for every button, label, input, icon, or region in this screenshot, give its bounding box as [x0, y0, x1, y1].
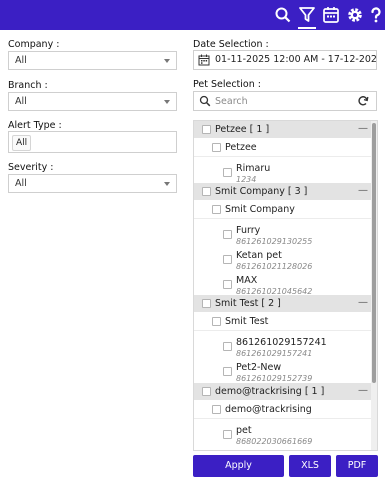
search-icon: [199, 95, 211, 107]
company-label: Company :: [8, 39, 60, 50]
tree-pet-item[interactable]: Pet2-New 861261029152739: [194, 362, 373, 384]
tree-group-smit-test[interactable]: Smit Test [ 2 ] —: [194, 295, 373, 312]
company-label: Smit Test: [225, 316, 269, 327]
severity-label: Severity :: [8, 162, 54, 173]
pet-checkbox[interactable]: [223, 255, 232, 264]
company-checkbox[interactable]: [212, 205, 221, 214]
company-checkbox[interactable]: [212, 317, 221, 326]
tree-pet-item[interactable]: Rimaru 1234: [194, 163, 373, 185]
tree-group-demo-trackrising[interactable]: demo@trackrising [ 1 ] —: [194, 383, 373, 400]
branch-label: Branch :: [8, 80, 48, 91]
group-label: demo@trackrising [ 1 ]: [215, 386, 325, 397]
pet-id: 861261021128026: [236, 262, 313, 271]
pet-checkbox[interactable]: [223, 230, 232, 239]
tree-scrollbar[interactable]: [371, 121, 377, 450]
pet-id: 861261029152739: [236, 374, 313, 383]
branch-select-value: All: [15, 96, 27, 107]
tree-group-smit-company[interactable]: Smit Company [ 3 ] —: [194, 183, 373, 200]
company-select[interactable]: All: [8, 51, 177, 70]
tree-company-demo-trackrising[interactable]: demo@trackrising: [194, 401, 373, 419]
collapse-icon[interactable]: —: [358, 385, 368, 396]
collapse-icon[interactable]: —: [358, 185, 368, 196]
group-checkbox[interactable]: [202, 187, 211, 196]
group-checkbox[interactable]: [202, 387, 211, 396]
tree-pet-item[interactable]: 861261029157241 861261029157241: [194, 337, 373, 359]
pet-search-input[interactable]: Search: [193, 91, 377, 111]
severity-select-value: All: [15, 178, 27, 189]
date-range-input[interactable]: 01-11-2025 12:00 AM - 17-12-2025 05:59 P…: [193, 50, 377, 70]
pet-name: Rimaru: [236, 163, 271, 174]
pet-checkbox[interactable]: [223, 430, 232, 439]
tree-group-petzee[interactable]: Petzee [ 1 ] —: [194, 121, 373, 138]
chevron-down-icon: [164, 100, 170, 104]
calendar-icon: [198, 54, 210, 66]
alert-type-multiselect[interactable]: All: [8, 131, 177, 153]
tree-pet-item[interactable]: Furry 861261029130255: [194, 225, 373, 247]
pdf-button[interactable]: PDF: [336, 455, 378, 477]
top-toolbar: [0, 0, 385, 30]
tree-company-smit-test[interactable]: Smit Test: [194, 313, 373, 331]
tree-pet-item[interactable]: pet 868022030661669: [194, 425, 373, 447]
pet-checkbox[interactable]: [223, 280, 232, 289]
tree-company-smit-company[interactable]: Smit Company: [194, 201, 373, 219]
company-checkbox[interactable]: [212, 143, 221, 152]
severity-select[interactable]: All: [8, 174, 177, 193]
group-label: Smit Test [ 2 ]: [215, 298, 281, 309]
tree-company-petzee[interactable]: Petzee: [194, 139, 373, 157]
collapse-icon[interactable]: —: [358, 297, 368, 308]
pet-name: Ketan pet: [236, 250, 282, 261]
company-label: Smit Company: [225, 204, 295, 215]
chevron-down-icon: [164, 59, 170, 63]
pet-id: 861261029130255: [236, 237, 313, 246]
alert-type-label: Alert Type :: [8, 120, 62, 131]
company-label: demo@trackrising: [225, 404, 312, 415]
pet-name: Furry: [236, 225, 261, 236]
group-checkbox[interactable]: [202, 299, 211, 308]
pet-name: Pet2-New: [236, 362, 282, 373]
pet-id: 861261029157241: [236, 349, 313, 358]
calendar-icon[interactable]: [321, 5, 341, 25]
apply-button[interactable]: Apply: [193, 455, 284, 477]
company-label: Petzee: [225, 142, 257, 153]
pet-name: MAX: [236, 275, 258, 286]
pet-checkbox[interactable]: [223, 168, 232, 177]
xls-button[interactable]: XLS: [289, 455, 331, 477]
pet-id: 868022030661669: [236, 437, 313, 446]
collapse-icon[interactable]: —: [358, 123, 368, 134]
group-label: Petzee [ 1 ]: [215, 124, 270, 135]
search-placeholder: Search: [215, 96, 248, 107]
branch-select[interactable]: All: [8, 92, 177, 111]
tree-pet-item[interactable]: MAX 861261021045642: [194, 275, 373, 297]
company-select-value: All: [15, 55, 27, 66]
pet-name: 861261029157241: [236, 337, 327, 348]
alert-type-chip[interactable]: All: [12, 135, 32, 151]
tree-pet-item[interactable]: Ketan pet 861261021128026: [194, 250, 373, 272]
date-selection-label: Date Selection :: [193, 39, 269, 50]
refresh-icon[interactable]: [357, 95, 369, 107]
scrollbar-thumb[interactable]: [372, 123, 376, 383]
pet-checkbox[interactable]: [223, 342, 232, 351]
gear-icon[interactable]: [345, 5, 365, 25]
pet-selection-label: Pet Selection :: [193, 79, 261, 90]
pet-checkbox[interactable]: [223, 367, 232, 376]
group-label: Smit Company [ 3 ]: [215, 186, 308, 197]
company-checkbox[interactable]: [212, 405, 221, 414]
pet-name: pet: [236, 425, 252, 436]
chevron-down-icon: [164, 182, 170, 186]
date-range-value: 01-11-2025 12:00 AM - 17-12-2025 05:59 P…: [215, 54, 377, 65]
help-icon[interactable]: [366, 5, 385, 25]
filter-icon[interactable]: [297, 5, 317, 29]
pet-tree: Petzee [ 1 ] — Petzee Rimaru 1234 Smit C…: [193, 120, 378, 451]
search-icon[interactable]: [273, 5, 293, 25]
group-checkbox[interactable]: [202, 125, 211, 134]
